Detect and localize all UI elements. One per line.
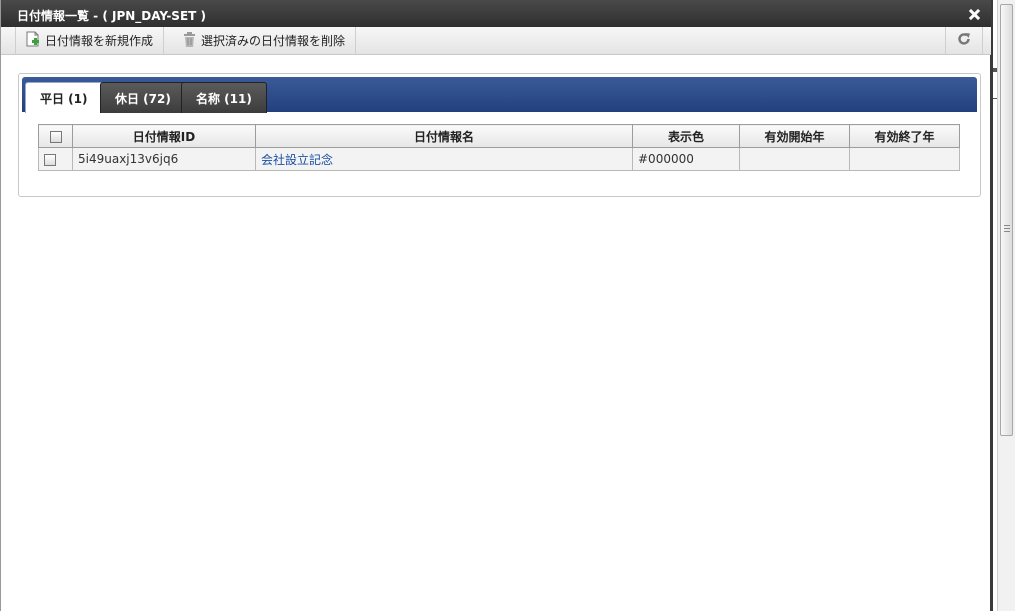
scrollbar-thumb[interactable] — [1000, 4, 1013, 436]
tab-weekday[interactable]: 平日 (1) — [25, 82, 103, 113]
tab-name-label: 名称 (11) — [196, 91, 252, 106]
dialog-titlebar[interactable]: 日付情報一覧 - ( JPN_DAY-SET ) — [1, 0, 991, 27]
refresh-icon — [957, 32, 971, 49]
delete-selected-button[interactable]: 選択済みの日付情報を削除 — [173, 27, 357, 54]
grip-icon — [1004, 225, 1010, 232]
cell-name: 会社設立記念 — [255, 147, 633, 171]
select-all-header — [38, 124, 73, 148]
date-info-panel: 平日 (1) 休日 (72) 名称 (11) 日付情報ID 日付情報名 表示色 … — [18, 73, 981, 197]
cell-color: #000000 — [632, 147, 740, 171]
table-row: 5i49uaxj13v6jq6 会社設立記念 #000000 — [38, 147, 960, 171]
delete-selected-label: 選択済みの日付情報を削除 — [201, 34, 346, 48]
table-header-row: 日付情報ID 日付情報名 表示色 有効開始年 有効終了年 — [38, 124, 960, 148]
date-info-dialog: 日付情報一覧 - ( JPN_DAY-SET ) 日付情報を新規作成 選択済みの… — [0, 0, 993, 611]
new-date-info-label: 日付情報を新規作成 — [45, 34, 154, 48]
refresh-button[interactable] — [945, 27, 983, 54]
select-all-checkbox[interactable] — [49, 130, 62, 143]
header-end-year[interactable]: 有効終了年 — [849, 124, 960, 148]
cell-start-year — [739, 147, 850, 171]
dialog-title: 日付情報一覧 - ( JPN_DAY-SET ) — [17, 9, 206, 23]
tab-holiday[interactable]: 休日 (72) — [100, 82, 186, 113]
vertical-scrollbar[interactable] — [997, 0, 1015, 611]
header-start-year[interactable]: 有効開始年 — [739, 124, 850, 148]
date-info-table: 日付情報ID 日付情報名 表示色 有効開始年 有効終了年 5i49uaxj13v… — [38, 124, 960, 171]
close-icon[interactable] — [968, 8, 981, 21]
header-id[interactable]: 日付情報ID — [72, 124, 256, 148]
new-date-info-button[interactable]: 日付情報を新規作成 — [15, 27, 165, 54]
cell-id: 5i49uaxj13v6jq6 — [72, 147, 256, 171]
cell-end-year — [849, 147, 960, 171]
new-document-icon — [26, 31, 40, 50]
tab-weekday-label: 平日 (1) — [40, 91, 88, 106]
trash-icon — [183, 31, 196, 50]
tab-holiday-label: 休日 (72) — [115, 91, 171, 106]
row-select-cell — [38, 147, 73, 171]
toolbar: 日付情報を新規作成 選択済みの日付情報を削除 — [1, 27, 991, 55]
row-checkbox[interactable] — [44, 153, 56, 166]
tab-name[interactable]: 名称 (11) — [181, 82, 267, 113]
header-name[interactable]: 日付情報名 — [255, 124, 633, 148]
tab-bar: 平日 (1) 休日 (72) 名称 (11) — [22, 77, 977, 113]
date-info-name-link[interactable]: 会社設立記念 — [261, 153, 333, 167]
header-color[interactable]: 表示色 — [632, 124, 740, 148]
